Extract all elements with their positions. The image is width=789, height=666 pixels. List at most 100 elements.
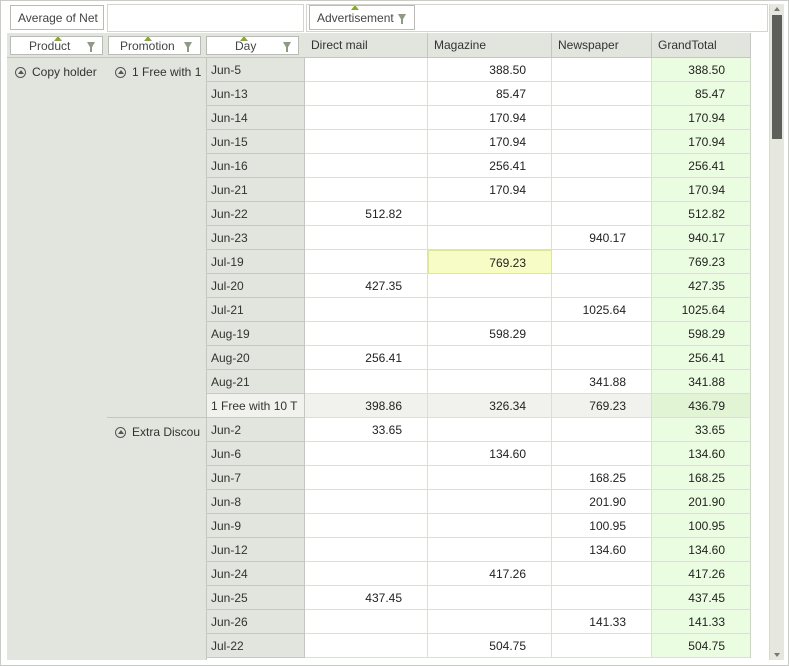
grand-total-cell[interactable]: 388.50 [652, 58, 751, 82]
value-cell[interactable] [552, 106, 652, 130]
value-cell[interactable] [305, 178, 428, 202]
value-cell[interactable]: 769.23 [552, 394, 652, 418]
advertisement-field-button[interactable]: Advertisement [309, 5, 415, 30]
grand-total-cell[interactable]: 201.90 [652, 490, 751, 514]
value-cell[interactable] [305, 130, 428, 154]
day-row-header[interactable]: Jun-14 [207, 106, 305, 130]
value-cell[interactable]: 201.90 [552, 490, 652, 514]
grand-total-cell[interactable]: 134.60 [652, 538, 751, 562]
value-cell[interactable]: 100.95 [552, 514, 652, 538]
grand-total-cell[interactable]: 256.41 [652, 154, 751, 178]
value-cell[interactable] [552, 418, 652, 442]
value-cell[interactable] [428, 538, 552, 562]
grand-total-cell[interactable]: 85.47 [652, 82, 751, 106]
value-cell[interactable] [305, 106, 428, 130]
column-header-newspaper[interactable]: Newspaper [552, 33, 652, 58]
value-cell[interactable] [552, 130, 652, 154]
promotion-group-2[interactable]: Extra Discou [107, 418, 207, 660]
value-cell[interactable]: 940.17 [552, 226, 652, 250]
value-cell[interactable] [305, 250, 428, 274]
filter-icon[interactable] [398, 13, 406, 24]
value-cell[interactable]: 398.86 [305, 394, 428, 418]
grand-total-cell[interactable]: 100.95 [652, 514, 751, 538]
vertical-scrollbar[interactable] [769, 4, 784, 660]
scrollbar-thumb[interactable] [772, 15, 782, 139]
value-cell[interactable] [428, 418, 552, 442]
value-cell[interactable] [305, 82, 428, 106]
value-cell[interactable] [305, 442, 428, 466]
promotion-field-button[interactable]: Promotion [108, 36, 201, 55]
value-cell[interactable]: 256.41 [305, 346, 428, 370]
value-cell[interactable]: 326.34 [428, 394, 552, 418]
day-row-header[interactable]: Jun-12 [207, 538, 305, 562]
day-row-header[interactable]: Jun-24 [207, 562, 305, 586]
value-cell[interactable] [428, 370, 552, 394]
day-row-header[interactable]: Jun-21 [207, 178, 305, 202]
value-cell[interactable]: 141.33 [552, 610, 652, 634]
value-cell[interactable] [552, 250, 652, 274]
product-group[interactable]: Copy holder [7, 58, 108, 660]
value-cell[interactable] [552, 178, 652, 202]
value-cell[interactable]: 341.88 [552, 370, 652, 394]
value-cell[interactable] [428, 514, 552, 538]
grand-total-cell[interactable]: 170.94 [652, 130, 751, 154]
day-row-header[interactable]: Jun-2 [207, 418, 305, 442]
grand-total-cell[interactable]: 598.29 [652, 322, 751, 346]
value-cell[interactable]: 1025.64 [552, 298, 652, 322]
value-cell[interactable] [428, 346, 552, 370]
collapse-icon[interactable] [115, 426, 126, 438]
value-cell[interactable] [305, 466, 428, 490]
day-row-header[interactable]: Jun-8 [207, 490, 305, 514]
value-cell[interactable] [552, 634, 652, 658]
product-field-button[interactable]: Product [10, 36, 103, 55]
value-cell[interactable]: 134.60 [428, 442, 552, 466]
value-cell[interactable]: 769.23 [428, 250, 552, 274]
value-cell[interactable]: 168.25 [552, 466, 652, 490]
value-cell[interactable] [428, 610, 552, 634]
value-cell[interactable] [305, 538, 428, 562]
day-row-header[interactable]: Jun-15 [207, 130, 305, 154]
value-cell[interactable] [552, 274, 652, 298]
value-cell[interactable] [305, 154, 428, 178]
column-header-grand-total[interactable]: GrandTotal [652, 33, 751, 58]
value-cell[interactable] [552, 442, 652, 466]
grand-total-cell[interactable]: 168.25 [652, 466, 751, 490]
grand-total-cell[interactable]: 170.94 [652, 106, 751, 130]
value-cell[interactable] [305, 370, 428, 394]
day-row-header[interactable]: Aug-20 [207, 346, 305, 370]
value-cell[interactable] [552, 586, 652, 610]
value-cell[interactable] [552, 82, 652, 106]
day-row-header[interactable]: Jun-9 [207, 514, 305, 538]
value-cell[interactable]: 134.60 [552, 538, 652, 562]
day-row-header[interactable]: Aug-21 [207, 370, 305, 394]
value-cell[interactable] [305, 226, 428, 250]
value-cell[interactable] [305, 562, 428, 586]
grand-total-cell[interactable]: 512.82 [652, 202, 751, 226]
grand-total-cell[interactable]: 134.60 [652, 442, 751, 466]
day-row-header[interactable]: Jul-20 [207, 274, 305, 298]
value-cell[interactable] [552, 202, 652, 226]
value-cell[interactable] [305, 58, 428, 82]
value-cell[interactable]: 437.45 [305, 586, 428, 610]
value-cell[interactable]: 85.47 [428, 82, 552, 106]
subtotal-row-header[interactable]: 1 Free with 10 T [207, 394, 305, 418]
grand-total-cell[interactable]: 504.75 [652, 634, 751, 658]
value-cell[interactable]: 256.41 [428, 154, 552, 178]
value-cell[interactable]: 388.50 [428, 58, 552, 82]
value-cell[interactable]: 598.29 [428, 322, 552, 346]
value-cell[interactable] [305, 514, 428, 538]
grand-total-cell[interactable]: 769.23 [652, 250, 751, 274]
value-cell[interactable] [305, 610, 428, 634]
value-cell[interactable] [428, 586, 552, 610]
filter-icon[interactable] [184, 41, 192, 52]
day-row-header[interactable]: Jun-13 [207, 82, 305, 106]
grand-total-cell[interactable]: 940.17 [652, 226, 751, 250]
day-row-header[interactable]: Aug-19 [207, 322, 305, 346]
value-cell[interactable] [552, 346, 652, 370]
value-cell[interactable] [552, 322, 652, 346]
value-cell[interactable] [428, 274, 552, 298]
grand-total-cell[interactable]: 141.33 [652, 610, 751, 634]
collapse-icon[interactable] [115, 66, 126, 78]
value-cell[interactable] [428, 466, 552, 490]
grand-total-cell[interactable]: 341.88 [652, 370, 751, 394]
